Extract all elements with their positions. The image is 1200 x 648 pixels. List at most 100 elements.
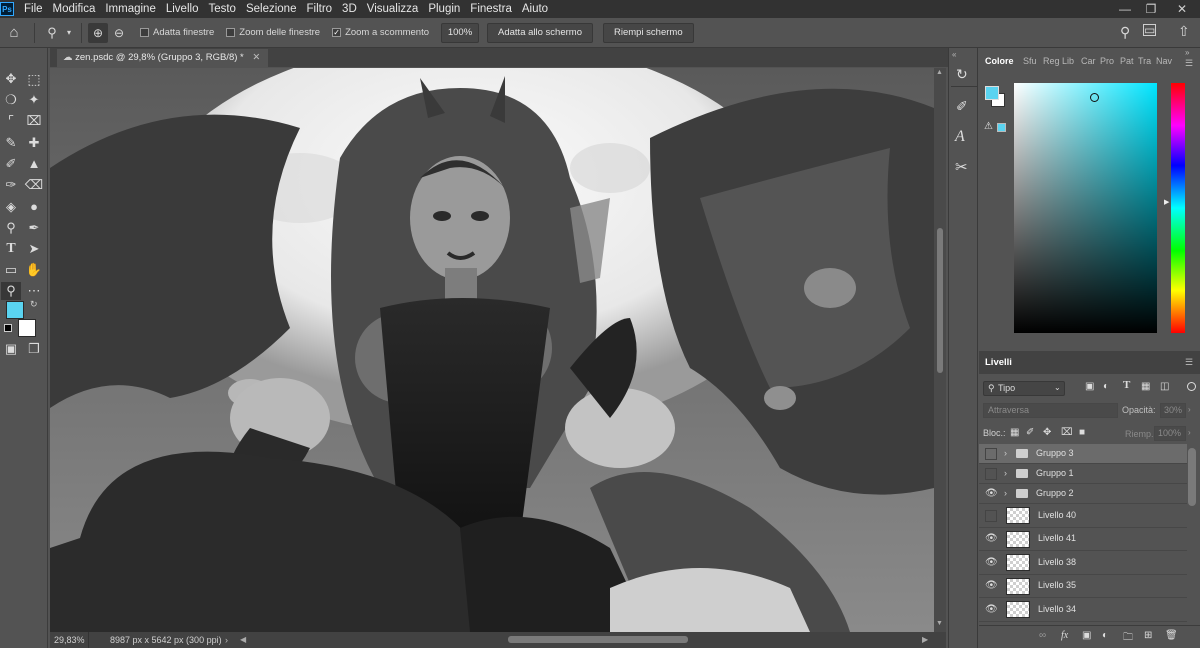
link-layers-icon[interactable]: ∞: [1039, 630, 1046, 641]
zoom-in-icon[interactable]: ⊕: [88, 22, 108, 43]
scroll-right-icon[interactable]: ▶: [922, 632, 928, 648]
menu-item[interactable]: Livello: [166, 3, 199, 15]
visibility-toggle[interactable]: [985, 509, 997, 522]
close-tab-icon[interactable]: ✕: [252, 52, 260, 63]
blend-mode-dropdown[interactable]: Attraversa: [983, 403, 1118, 418]
filter-pixel-icon[interactable]: ▣: [1085, 381, 1094, 392]
brush-tool-icon[interactable]: ✐: [1, 155, 21, 173]
visibility-toggle[interactable]: [985, 468, 997, 480]
search-icon[interactable]: ⚲: [1120, 24, 1130, 41]
color-panel-tab[interactable]: Pro: [1100, 56, 1114, 66]
eye-icon[interactable]: 👁: [985, 604, 998, 616]
swap-colors-icon[interactable]: ↻: [30, 299, 38, 310]
chevron-right-icon[interactable]: ›: [1188, 428, 1191, 437]
scroll-thumb[interactable]: [937, 228, 943, 373]
panel-menu-icon[interactable]: ☰: [1185, 58, 1193, 69]
new-group-icon[interactable]: 🗀: [1123, 630, 1133, 647]
restore-icon[interactable]: ❐: [1143, 1, 1159, 17]
filter-shape-icon[interactable]: ▦: [1141, 381, 1150, 392]
adjustment-layer-icon[interactable]: ◐: [1102, 630, 1108, 641]
document-tab[interactable]: ☁ zen.psdc @ 29,8% (Gruppo 3, RGB/8) * ✕: [57, 49, 269, 67]
layer-row[interactable]: › Gruppo 3: [979, 444, 1187, 464]
lock-image-icon[interactable]: ✐: [1026, 427, 1034, 438]
chevron-right-icon[interactable]: ›: [1004, 468, 1007, 478]
lock-position-icon[interactable]: ✥: [1043, 427, 1051, 438]
eyedropper-icon[interactable]: ✎: [1, 134, 21, 152]
color-panel-tab[interactable]: Sfu: [1023, 56, 1037, 66]
hand-tool-icon[interactable]: ✋: [24, 261, 44, 279]
paint-bucket-icon[interactable]: ◈: [1, 198, 21, 216]
layer-row[interactable]: › Gruppo 1: [979, 464, 1187, 484]
menu-item[interactable]: Finestra: [470, 3, 512, 15]
zoom-out-icon[interactable]: ⊖: [108, 26, 130, 40]
panel-menu-icon[interactable]: ☰: [1185, 357, 1193, 368]
chevron-right-icon[interactable]: ›: [1004, 488, 1007, 498]
filter-toggle-icon[interactable]: [1187, 382, 1196, 391]
layer-filter-dropdown[interactable]: ⚲ Tipo ⌄: [983, 381, 1065, 396]
hue-slider[interactable]: [1171, 83, 1185, 333]
minimize-icon[interactable]: —: [1117, 1, 1133, 17]
zoom-readout[interactable]: 29,83%: [54, 632, 85, 648]
filter-type-icon[interactable]: T: [1123, 379, 1130, 391]
hue-slider-handle[interactable]: ▶: [1164, 198, 1169, 206]
menu-item[interactable]: Selezione: [246, 3, 297, 15]
history-brush-icon[interactable]: ✑: [1, 176, 21, 194]
eye-icon[interactable]: 👁: [985, 580, 998, 592]
fill-screen-button[interactable]: Riempi schermo: [602, 22, 694, 43]
layer-row[interactable]: 👁 Livello 35: [979, 574, 1187, 598]
layer-style-icon[interactable]: fx: [1061, 630, 1068, 641]
menu-item[interactable]: Immagine: [105, 3, 156, 15]
filter-smart-object-icon[interactable]: ◫: [1160, 381, 1169, 392]
close-icon[interactable]: ✕: [1174, 1, 1190, 17]
zoom-tool-icon[interactable]: ⚲: [41, 25, 63, 41]
color-panel-tab[interactable]: Tra: [1138, 56, 1151, 66]
color-panel-tab[interactable]: Car: [1081, 56, 1096, 66]
color-picker-ring[interactable]: [1090, 93, 1099, 102]
gamut-swatch[interactable]: [997, 123, 1006, 132]
screen-mode-icon[interactable]: ❐: [24, 340, 44, 358]
path-selection-icon[interactable]: ➤: [24, 240, 44, 258]
layer-row[interactable]: Livello 40: [979, 504, 1187, 528]
eye-icon[interactable]: 👁: [985, 533, 998, 545]
color-panel-tab[interactable]: Lib: [1062, 56, 1074, 66]
lasso-tool-icon[interactable]: ❍: [1, 91, 21, 109]
layers-scroll-thumb[interactable]: [1188, 448, 1196, 506]
character-panel-icon[interactable]: A: [955, 128, 965, 146]
layer-row[interactable]: 👁 Livello 41: [979, 527, 1187, 551]
lock-artboard-icon[interactable]: ⌧: [1061, 427, 1073, 438]
collapse-icon[interactable]: «: [952, 50, 956, 59]
collapse-icon[interactable]: »: [1185, 48, 1189, 57]
layer-mask-icon[interactable]: ▣: [1082, 630, 1091, 641]
scroll-left-icon[interactable]: ◀: [240, 632, 246, 648]
menu-item[interactable]: Aiuto: [522, 3, 548, 15]
blur-tool-icon[interactable]: ●: [24, 198, 44, 216]
pen-tool-icon[interactable]: ✒: [24, 219, 44, 237]
zoom-all-windows-checkbox[interactable]: Zoom delle finestre: [226, 27, 320, 38]
fill-field[interactable]: 100%: [1154, 426, 1186, 441]
menu-item[interactable]: Filtro: [306, 3, 332, 15]
move-tool-icon[interactable]: ✥: [1, 70, 21, 88]
new-layer-icon[interactable]: ⊞: [1144, 630, 1152, 641]
clone-stamp-icon[interactable]: ▲: [24, 155, 44, 173]
frame-tool-icon[interactable]: ⌧: [24, 112, 44, 130]
scroll-down-icon[interactable]: ▼: [936, 620, 943, 627]
fit-windows-checkbox[interactable]: Adatta finestre: [140, 27, 214, 38]
chevron-right-icon[interactable]: ›: [1188, 405, 1191, 414]
chevron-right-icon[interactable]: ›: [1004, 448, 1007, 458]
magic-wand-icon[interactable]: ✦: [24, 91, 44, 109]
layers-panel-title[interactable]: Livelli: [985, 357, 1012, 368]
eye-icon[interactable]: 👁: [985, 557, 998, 569]
fit-screen-button[interactable]: Adatta allo schermo: [487, 22, 593, 43]
color-panel-tab[interactable]: Pat: [1120, 56, 1134, 66]
warning-icon[interactable]: ⚠: [984, 121, 993, 132]
background-color-swatch[interactable]: [18, 319, 36, 337]
visibility-toggle[interactable]: [985, 448, 997, 460]
history-panel-icon[interactable]: ↻: [956, 66, 968, 83]
chevron-down-icon[interactable]: ▾: [63, 28, 75, 37]
menu-item[interactable]: Modifica: [53, 3, 96, 15]
layer-row[interactable]: 👁 Livello 38: [979, 551, 1187, 575]
filter-adjustment-icon[interactable]: ◐: [1103, 381, 1109, 392]
lock-transparency-icon[interactable]: ▦: [1010, 427, 1019, 438]
trash-icon[interactable]: 🗑: [1165, 630, 1178, 641]
dodge-tool-icon[interactable]: ⚲: [1, 219, 21, 237]
